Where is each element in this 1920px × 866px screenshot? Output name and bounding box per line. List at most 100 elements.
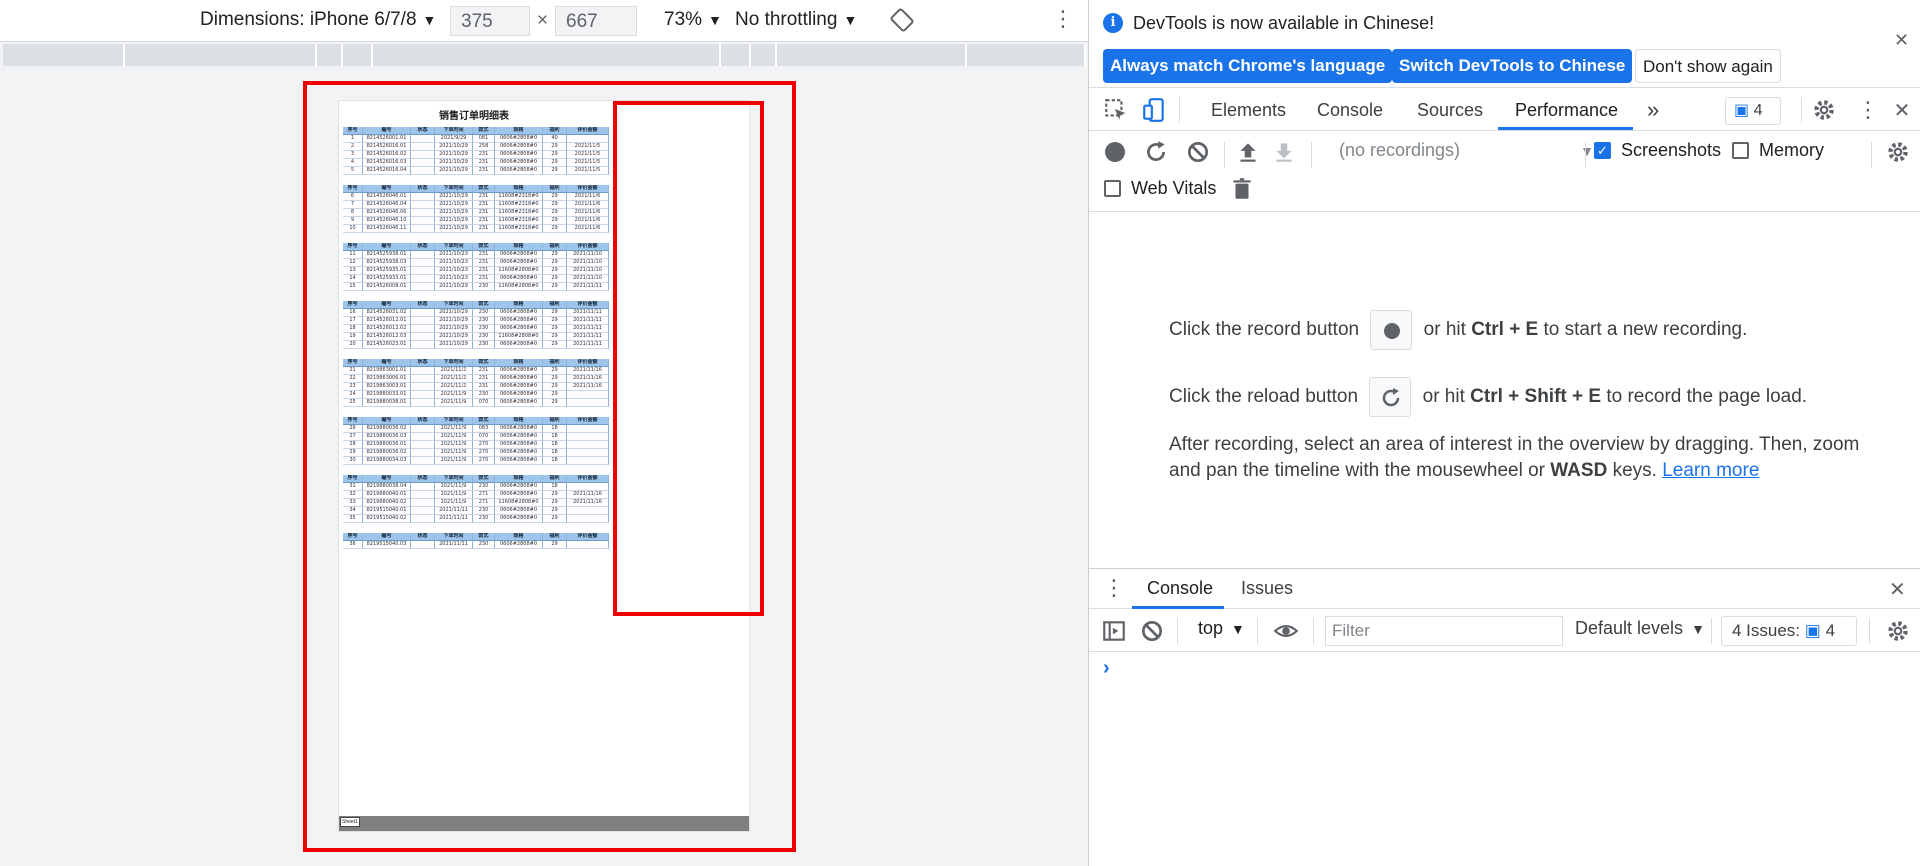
- clear-console-icon[interactable]: [1139, 618, 1165, 644]
- separator: [1801, 97, 1802, 123]
- ruler-segment[interactable]: [721, 44, 751, 66]
- reload-icon: [1383, 388, 1400, 407]
- active-drawer-tab-indicator: [1132, 606, 1224, 609]
- learn-more-link[interactable]: Learn more: [1662, 460, 1759, 481]
- settings-gear-icon[interactable]: [1811, 97, 1837, 123]
- record-icon[interactable]: [1105, 142, 1125, 162]
- log-levels-dropdown[interactable]: Default levels ▼: [1575, 618, 1705, 639]
- caret-down-icon: ▼: [843, 12, 858, 28]
- separator: [1257, 618, 1258, 644]
- devtools-panel: i DevTools is now available in Chinese! …: [1088, 0, 1920, 866]
- more-options-icon[interactable]: ⋮: [1052, 8, 1074, 30]
- devtools-tabbar: Elements Console Sources Performance » ⋮…: [1089, 89, 1920, 131]
- ruler-segment[interactable]: [317, 44, 343, 66]
- tab-elements[interactable]: Elements: [1211, 100, 1286, 121]
- more-options-icon[interactable]: ⋮: [1855, 97, 1881, 123]
- ruler-segment[interactable]: [967, 44, 1086, 66]
- dimensions-dropdown[interactable]: Dimensions: iPhone 6/7/8 ▼: [200, 9, 436, 31]
- console-filter-input[interactable]: Filter: [1325, 616, 1563, 646]
- width-input[interactable]: 375: [450, 6, 530, 36]
- download-icon: [1276, 143, 1292, 162]
- ruler-segment[interactable]: [343, 44, 373, 66]
- close-icon[interactable]: ✕: [1894, 30, 1909, 51]
- ruler-segment[interactable]: [373, 44, 721, 66]
- separator: [1311, 142, 1312, 168]
- highlight-rect-inner: [613, 101, 764, 616]
- web-vitals-checkbox[interactable]: [1104, 180, 1121, 197]
- console-toolbar: top ▼ Filter Default levels ▼ 4 Issues: ▣ …: [1089, 610, 1920, 652]
- tab-performance[interactable]: Performance: [1515, 100, 1618, 121]
- drawer-tab-issues[interactable]: Issues: [1241, 578, 1293, 599]
- ruler-segment[interactable]: [125, 44, 317, 66]
- memory-checkbox[interactable]: [1732, 142, 1749, 159]
- performance-toolbar: (no recordings) ▼ ✓ Screenshots Memory We…: [1089, 132, 1920, 212]
- drawer-tab-console[interactable]: Console: [1147, 578, 1213, 599]
- separator: [1871, 142, 1872, 168]
- reload-button[interactable]: [1369, 377, 1412, 417]
- separator: [1179, 97, 1180, 123]
- message-icon: ▣: [1734, 102, 1750, 119]
- always-match-language-button[interactable]: Always match Chrome's language: [1103, 49, 1393, 83]
- info-icon: i: [1103, 13, 1123, 33]
- switch-to-chinese-button[interactable]: Switch DevTools to Chinese: [1392, 49, 1633, 83]
- web-vitals-label: Web Vitals: [1131, 178, 1217, 198]
- live-expression-eye-icon[interactable]: [1273, 618, 1299, 644]
- caret-down-icon: ▼: [1691, 621, 1705, 637]
- upload-icon[interactable]: [1235, 139, 1261, 165]
- media-query-ruler[interactable]: [3, 44, 1086, 66]
- separator: [1224, 142, 1225, 168]
- zoom-dropdown[interactable]: 73% ▼: [664, 9, 722, 31]
- separator: [1869, 618, 1870, 644]
- ruler-segment[interactable]: [3, 44, 125, 66]
- reload-instruction: Click the reload button or hit Ctrl + Sh…: [1169, 377, 1807, 417]
- capture-settings-gear-icon[interactable]: [1885, 139, 1911, 165]
- drawer-tabbar: ⋮ Console Issues ✕: [1089, 569, 1920, 609]
- overview-instruction: After recording, select an area of inter…: [1169, 434, 1860, 481]
- close-devtools-icon[interactable]: ✕: [1889, 97, 1915, 123]
- ruler-segment[interactable]: [751, 44, 777, 66]
- more-tabs-icon[interactable]: »: [1647, 97, 1659, 123]
- drawer-menu-icon[interactable]: ⋮: [1103, 575, 1125, 601]
- infobar-message: DevTools is now available in Chinese!: [1133, 13, 1435, 33]
- screenshots-checkbox[interactable]: ✓: [1594, 142, 1611, 159]
- times-separator: ×: [537, 10, 549, 31]
- device-toolbar: Dimensions: iPhone 6/7/8 ▼ 375 × 667 73% ▼…: [0, 0, 1088, 42]
- active-tab-indicator: [1498, 127, 1633, 130]
- sidebar-toggle-icon[interactable]: [1101, 618, 1127, 644]
- device-viewport-panel: Dimensions: iPhone 6/7/8 ▼ 375 × 667 73% ▼…: [0, 0, 1088, 866]
- memory-label: Memory: [1759, 140, 1825, 160]
- reload-record-icon[interactable]: [1143, 139, 1169, 165]
- height-input[interactable]: 667: [555, 6, 637, 36]
- language-infobar: i DevTools is now available in Chinese! …: [1089, 0, 1920, 88]
- dont-show-again-button[interactable]: Don't show again: [1635, 49, 1781, 83]
- record-button[interactable]: [1370, 310, 1413, 350]
- throttling-dropdown[interactable]: No throttling ▼: [735, 9, 857, 31]
- context-selector[interactable]: top ▼: [1198, 618, 1245, 639]
- issues-badge[interactable]: ▣ 4: [1725, 97, 1781, 125]
- message-icon: ▣: [1804, 621, 1821, 640]
- trash-icon[interactable]: [1229, 176, 1255, 202]
- console-drawer: ⋮ Console Issues ✕ top ▼ Filter Default l…: [1089, 568, 1920, 866]
- ruler-segment[interactable]: [777, 44, 967, 66]
- tab-console[interactable]: Console: [1317, 100, 1383, 121]
- separator: [1585, 142, 1586, 168]
- separator: [1313, 618, 1314, 644]
- screenshots-label: Screenshots: [1621, 140, 1722, 160]
- console-settings-gear-icon[interactable]: [1885, 618, 1911, 644]
- console-prompt[interactable]: ›: [1103, 657, 1110, 680]
- caret-down-icon: ▼: [1580, 143, 1594, 159]
- record-instruction: Click the record button or hit Ctrl + E …: [1169, 310, 1747, 350]
- device-toolbar-icon[interactable]: [1141, 97, 1167, 123]
- separator: [1177, 618, 1178, 644]
- tab-sources[interactable]: Sources: [1417, 100, 1483, 121]
- caret-down-icon: ▼: [422, 12, 437, 28]
- caret-down-icon: ▼: [1231, 621, 1245, 637]
- recordings-dropdown[interactable]: (no recordings) ▼: [1339, 140, 1594, 161]
- separator: [1711, 618, 1712, 644]
- inspect-element-icon[interactable]: [1103, 97, 1129, 123]
- clear-icon[interactable]: [1185, 139, 1211, 165]
- record-icon: [1384, 323, 1401, 339]
- rotate-icon[interactable]: [890, 8, 914, 32]
- close-drawer-icon[interactable]: ✕: [1889, 577, 1906, 602]
- console-issues-button[interactable]: 4 Issues: ▣ 4: [1721, 616, 1857, 646]
